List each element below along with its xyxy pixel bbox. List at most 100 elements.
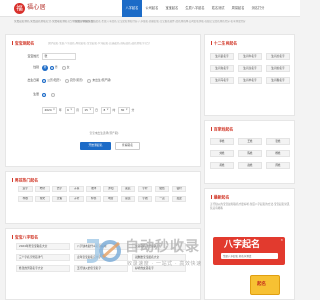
hour-value: 8 bbox=[103, 107, 106, 112]
gender-female-label: 女 bbox=[66, 65, 70, 70]
chevron-down-icon: ▼ bbox=[106, 108, 109, 112]
surname-link[interactable]: 李姓 bbox=[210, 138, 234, 145]
calendar-lunar-option[interactable]: 农历(阴历) bbox=[64, 78, 84, 83]
names-grid: 宸宇 皓轩 浩宇 子墨 瑞泽 沐阳 奕辰 宇轩 俊熙 铭轩 梓睿 博文 天佑 子… bbox=[18, 186, 198, 202]
gender-male-option[interactable]: 男 bbox=[49, 65, 58, 70]
name-chip[interactable]: 博文 bbox=[35, 196, 50, 202]
month-unit: 月 bbox=[76, 107, 79, 112]
unborn-label: 未出生(预产期) bbox=[92, 78, 112, 83]
popular-names-panel: 男孩热门起名 宸宇 皓轩 浩宇 子墨 瑞泽 沐阳 奕辰 宇轩 俊熙 铭轩 梓睿 … bbox=[5, 171, 201, 224]
minute-unit: 分 bbox=[131, 107, 135, 112]
zodiac-link[interactable]: 生肖羊名字 bbox=[238, 77, 262, 84]
surname-input[interactable]: 张 bbox=[42, 53, 76, 60]
calendar-unborn-option[interactable]: 未出生(预产期) bbox=[87, 78, 112, 83]
zodiac-link[interactable]: 生肖虎名字 bbox=[266, 53, 290, 60]
name-chip[interactable]: 俊熙 bbox=[154, 186, 170, 192]
radio-male[interactable] bbox=[49, 66, 54, 70]
zodiac-panel: 十二生肖起名 生肖鼠名字 生肖牛名字 生肖虎名字 生肖兔名字 生肖龙名字 生肖蛇… bbox=[204, 34, 295, 116]
name-chip[interactable]: 明哲 bbox=[103, 196, 119, 202]
name-chip[interactable]: 梓睿 bbox=[18, 196, 33, 202]
surname-link[interactable]: 黄姓 bbox=[210, 162, 234, 169]
gender-row: 性别 男 男 女 bbox=[24, 65, 74, 71]
nav-item-test[interactable]: 姓名测试 bbox=[208, 0, 228, 17]
nav-item-company[interactable]: 公司起名 bbox=[142, 0, 162, 17]
view-names-button[interactable]: 查看取名 bbox=[115, 142, 140, 150]
name-chip[interactable]: 宸宇 bbox=[18, 186, 33, 192]
zodiac-link[interactable]: 生肖马名字 bbox=[210, 77, 234, 84]
surname-label: 宝宝姓氏 bbox=[27, 53, 39, 58]
gender-badge: 男 bbox=[42, 65, 48, 71]
surname-link[interactable]: 赵姓 bbox=[238, 162, 262, 169]
name-chip[interactable]: 铭轩 bbox=[171, 186, 187, 192]
nav-item-birth[interactable]: 生辰八字起名 bbox=[182, 0, 208, 17]
nav-item-bazi[interactable]: 八字起名 bbox=[122, 0, 142, 17]
day-select[interactable]: 15 ▼ bbox=[81, 107, 94, 114]
recent-text: 五行缺火的宝宝如何取名才更好听,生辰八字起名的方法,宝宝起名常见禁忌有哪些 bbox=[210, 203, 290, 210]
minute-select[interactable]: 30 ▼ bbox=[118, 107, 130, 114]
name-chip[interactable]: 子轩 bbox=[69, 196, 84, 202]
name-chip[interactable]: 宇轩 bbox=[137, 186, 153, 192]
surname-link[interactable]: 陈姓 bbox=[238, 150, 262, 157]
nav-item-zhouyi[interactable]: 周易起名 bbox=[228, 0, 248, 17]
radio-lunar[interactable] bbox=[64, 79, 69, 83]
article-link[interactable]: 2024年男宝宝取名大全 bbox=[16, 243, 70, 250]
name-chip[interactable]: 沐阳 bbox=[103, 186, 119, 192]
site-logo-text[interactable]: 福心居 bbox=[27, 4, 46, 11]
zodiac-link[interactable]: 生肖猴名字 bbox=[266, 77, 290, 84]
year-unit: 年 bbox=[58, 107, 62, 112]
name-chip[interactable]: 子墨 bbox=[69, 186, 84, 192]
zodiac-link[interactable]: 生肖兔名字 bbox=[210, 65, 234, 72]
name-chip[interactable]: 瑞泽 bbox=[86, 186, 101, 192]
zodiac-option-1[interactable] bbox=[42, 93, 47, 97]
logo-icon[interactable]: 福 bbox=[14, 3, 25, 14]
name-chip[interactable]: 浩宇 bbox=[52, 186, 67, 192]
month-select[interactable]: 6 ▼ bbox=[64, 107, 75, 114]
name-chip[interactable]: 皓轩 bbox=[35, 186, 50, 192]
zodiac-title: 十二生肖起名 bbox=[211, 41, 237, 46]
calendar-solar-option[interactable]: 公历(阳历) bbox=[42, 78, 61, 83]
gender-male-label: 男 bbox=[54, 65, 58, 70]
surname-link[interactable]: 杨姓 bbox=[266, 150, 290, 157]
name-chip[interactable]: 思远 bbox=[120, 196, 136, 202]
watermark-logo-icon bbox=[87, 239, 121, 263]
nav-item-baby[interactable]: 宝宝起名 bbox=[162, 0, 182, 17]
surname-grid: 李姓 王姓 张姓 刘姓 陈姓 杨姓 黄姓 赵姓 周姓 bbox=[210, 138, 292, 169]
close-icon[interactable]: ✕ bbox=[280, 238, 283, 243]
name-chip[interactable]: 宇航 bbox=[137, 196, 153, 202]
radio-zodiac-1[interactable] bbox=[42, 93, 46, 97]
name-chip[interactable]: 嘉懿 bbox=[171, 196, 187, 202]
zodiac-link[interactable]: 生肖龙名字 bbox=[238, 65, 262, 72]
year-select[interactable]: 2024 ▼ bbox=[42, 107, 58, 114]
name-chip[interactable]: 梓豪 bbox=[86, 196, 101, 202]
radio-unborn[interactable] bbox=[87, 79, 92, 83]
surname-link[interactable]: 刘姓 bbox=[210, 150, 234, 157]
name-chip[interactable]: 奕辰 bbox=[120, 186, 136, 192]
naming-form-panel: 宝宝测起名 国学起名,生辰八字起名,周易起名,宝宝起名,公司起名,店铺起名,商标… bbox=[5, 34, 201, 167]
chevron-down-icon: ▼ bbox=[70, 108, 73, 112]
radio-female[interactable] bbox=[61, 66, 66, 70]
birth-date-row: 2024 ▼ 年 6 ▼ 月 15 ▼ 日 8 ▼ 时 30 ▼ 分 bbox=[24, 107, 137, 114]
name-chip[interactable]: 天佑 bbox=[52, 196, 67, 202]
radio-zodiac-2[interactable] bbox=[51, 93, 56, 97]
zodiac-link[interactable]: 生肖蛇名字 bbox=[266, 65, 290, 72]
watermark-subtitle: 收录速度 · 一站式 · 高效快速 bbox=[127, 261, 202, 267]
ad-card-label: 起名 bbox=[257, 282, 266, 287]
surname-link[interactable]: 周姓 bbox=[266, 162, 290, 169]
chevron-down-icon: ▼ bbox=[53, 108, 55, 112]
name-chip[interactable]: 一诺 bbox=[154, 196, 170, 202]
article-link[interactable]: 姓张的男孩名字大全 bbox=[16, 265, 70, 272]
zodiac-link[interactable]: 生肖鼠名字 bbox=[210, 53, 234, 60]
zodiac-option-2[interactable] bbox=[51, 93, 56, 97]
nav-item-score[interactable]: 测名打分 bbox=[248, 0, 268, 17]
day-value: 15 bbox=[84, 107, 88, 112]
radio-solar[interactable] bbox=[42, 79, 46, 83]
lunar-label: 农历(阴历) bbox=[69, 78, 84, 83]
surname-link[interactable]: 王姓 bbox=[238, 138, 262, 145]
hour-select[interactable]: 8 ▼ bbox=[100, 107, 111, 114]
start-naming-button[interactable]: 开始测起名 bbox=[80, 142, 111, 150]
zodiac-link[interactable]: 生肖牛名字 bbox=[238, 53, 262, 60]
surname-link[interactable]: 张姓 bbox=[266, 138, 290, 145]
article-link[interactable]: 三个字名字男孩洋气 bbox=[16, 254, 70, 261]
gender-female-option[interactable]: 女 bbox=[61, 65, 70, 70]
form-description: 国学起名,生辰八字起名,周易起名,宝宝起名,公司起名,店铺起名,商标起名,起名测… bbox=[48, 42, 150, 45]
